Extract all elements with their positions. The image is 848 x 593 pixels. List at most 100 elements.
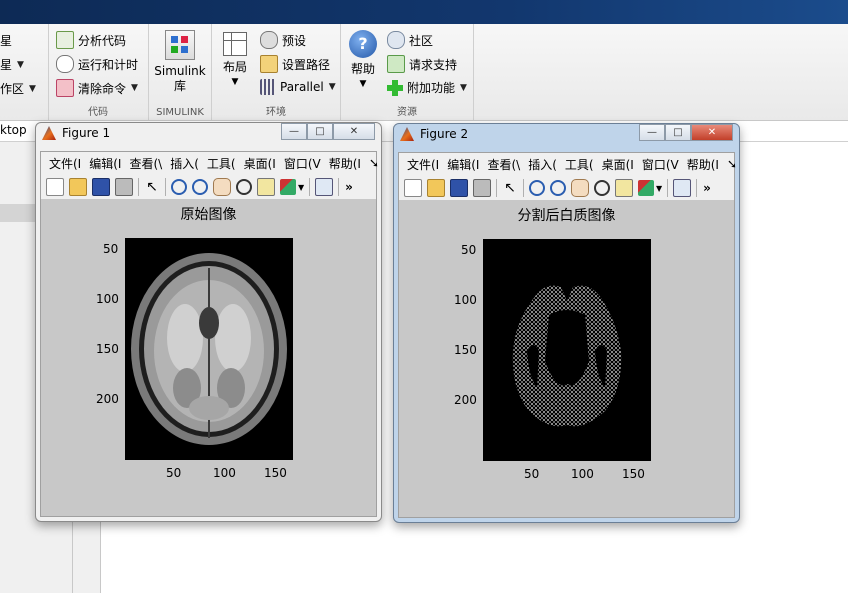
menu-insert[interactable]: 插入(	[170, 155, 199, 172]
chevron-down-icon: ▼	[131, 83, 138, 93]
figure-1-window[interactable]: Figure 1 — □ ✕ 文件(I 编辑(I 查看(\ 插入( 工具( 桌面…	[35, 122, 382, 522]
open-folder-icon[interactable]	[69, 178, 87, 196]
folder-path-icon	[260, 55, 278, 73]
menu-edit[interactable]: 编辑(I	[89, 155, 121, 172]
ribbon-item-left-3[interactable]: 作区 ▼	[0, 80, 36, 97]
link-plot-icon[interactable]	[673, 179, 692, 197]
set-path-button[interactable]: 设置路径	[260, 55, 330, 73]
segmented-white-matter-image[interactable]	[483, 239, 651, 461]
pointer-icon[interactable]: ↖	[144, 179, 160, 195]
brain-mri-graphic	[125, 238, 293, 460]
toolbar-separator	[696, 179, 698, 197]
matlab-title-bar	[0, 0, 848, 24]
chevron-down-icon[interactable]: ▼	[298, 183, 304, 192]
figure-2-title: Figure 2	[420, 127, 469, 141]
menu-window[interactable]: 窗口(V	[284, 155, 321, 172]
more-icon[interactable]: »	[345, 180, 353, 194]
layout-button[interactable]: 布局 ▼	[218, 32, 252, 90]
figure-2-window[interactable]: Figure 2 — □ ✕ 文件(I 编辑(I 查看(\ 插入( 工具( 桌面…	[393, 123, 740, 523]
menu-overflow-icon[interactable]: ➘	[369, 156, 379, 170]
ribbon-item-left-2-label: 星	[0, 58, 13, 72]
close-button[interactable]: ✕	[333, 123, 375, 140]
simulink-library-button[interactable]: Simulink 库	[153, 30, 207, 94]
eraser-icon	[56, 79, 74, 97]
figure-2-axes-title: 分割后白质图像	[517, 208, 616, 224]
pan-hand-icon[interactable]	[213, 178, 231, 196]
run-and-time-button[interactable]: 运行和计时	[56, 55, 138, 73]
menu-help[interactable]: 帮助(I	[687, 156, 719, 173]
figure-1-client: 文件(I 编辑(I 查看(\ 插入( 工具( 桌面(I 窗口(V 帮助(I ➘ …	[40, 151, 379, 517]
zoom-in-icon[interactable]	[529, 180, 545, 196]
link-plot-icon[interactable]	[315, 178, 334, 196]
y-tick-label: 50	[461, 243, 477, 257]
add-ons-button[interactable]: 附加功能 ▼	[387, 79, 467, 96]
ribbon-item-left-2[interactable]: 星 ▼	[0, 56, 24, 73]
toolbar-separator	[165, 178, 166, 196]
minimize-button[interactable]: —	[281, 123, 307, 140]
open-folder-icon[interactable]	[427, 179, 445, 197]
parallel-icon	[260, 79, 276, 95]
save-icon[interactable]	[450, 179, 468, 197]
figure-1-toolbar: ↖ ▼ »	[41, 175, 376, 200]
simulink-button-line2: 库	[173, 79, 186, 93]
ribbon-item-left-1[interactable]: 星	[0, 32, 12, 49]
close-button[interactable]: ✕	[691, 124, 733, 141]
add-ons-label: 附加功能	[407, 81, 456, 95]
community-button[interactable]: 社区	[387, 31, 433, 49]
new-file-icon[interactable]	[404, 179, 422, 197]
data-cursor-icon[interactable]	[257, 178, 275, 196]
help-button[interactable]: ? 帮助 ▼	[345, 30, 381, 92]
pointer-icon[interactable]: ↖	[502, 180, 518, 196]
menu-tools[interactable]: 工具(	[565, 156, 594, 173]
clear-commands-button[interactable]: 清除命令 ▼	[56, 79, 138, 97]
rotate-3d-icon[interactable]	[236, 179, 252, 195]
save-icon[interactable]	[92, 178, 110, 196]
brush-icon[interactable]	[280, 179, 296, 195]
menu-desktop[interactable]: 桌面(I	[244, 155, 276, 172]
preferences-label: 预设	[282, 33, 307, 48]
zoom-in-icon[interactable]	[171, 179, 187, 195]
maximize-button[interactable]: □	[307, 123, 333, 140]
menu-overflow-icon[interactable]: ➘	[727, 157, 737, 171]
minimize-button[interactable]: —	[639, 124, 665, 141]
data-cursor-icon[interactable]	[615, 179, 633, 197]
menu-help[interactable]: 帮助(I	[329, 155, 361, 172]
layout-label: 布局	[222, 60, 247, 74]
brush-icon[interactable]	[638, 180, 654, 196]
zoom-out-icon[interactable]	[192, 179, 208, 195]
chevron-down-icon[interactable]: ▼	[656, 184, 662, 193]
clear-commands-label: 清除命令	[78, 81, 127, 96]
new-file-icon[interactable]	[46, 178, 64, 196]
maximize-button[interactable]: □	[665, 124, 691, 141]
request-support-button[interactable]: 请求支持	[387, 55, 457, 73]
menu-insert[interactable]: 插入(	[528, 156, 557, 173]
rotate-3d-icon[interactable]	[594, 180, 610, 196]
plus-icon	[387, 79, 403, 96]
menu-view[interactable]: 查看(\	[129, 155, 162, 172]
analyze-code-button[interactable]: 分析代码	[56, 31, 126, 49]
code-group-label: 代码	[88, 107, 108, 118]
pan-hand-icon[interactable]	[571, 179, 589, 197]
chevron-down-icon: ▼	[359, 79, 367, 89]
menu-tools[interactable]: 工具(	[207, 155, 236, 172]
y-tick-label: 150	[454, 343, 477, 357]
menu-edit[interactable]: 编辑(I	[447, 156, 479, 173]
parallel-button[interactable]: Parallel ▼	[260, 79, 336, 95]
original-brain-image[interactable]	[125, 238, 293, 460]
figure-1-titlebar[interactable]: Figure 1	[42, 126, 110, 140]
zoom-out-icon[interactable]	[550, 180, 566, 196]
menu-file[interactable]: 文件(I	[49, 155, 81, 172]
menu-window[interactable]: 窗口(V	[642, 156, 679, 173]
more-icon[interactable]: »	[703, 181, 711, 195]
menu-file[interactable]: 文件(I	[407, 156, 439, 173]
toolbar-separator	[523, 179, 524, 197]
chevron-down-icon: ▼	[29, 83, 36, 94]
toolbar-separator	[309, 178, 311, 196]
print-icon[interactable]	[473, 179, 491, 197]
menu-desktop[interactable]: 桌面(I	[602, 156, 634, 173]
ribbon-item-left-3-label: 作区	[0, 82, 25, 96]
figure-2-titlebar[interactable]: Figure 2	[400, 127, 468, 141]
preferences-button[interactable]: 预设	[260, 31, 306, 49]
print-icon[interactable]	[115, 178, 133, 196]
menu-view[interactable]: 查看(\	[487, 156, 520, 173]
